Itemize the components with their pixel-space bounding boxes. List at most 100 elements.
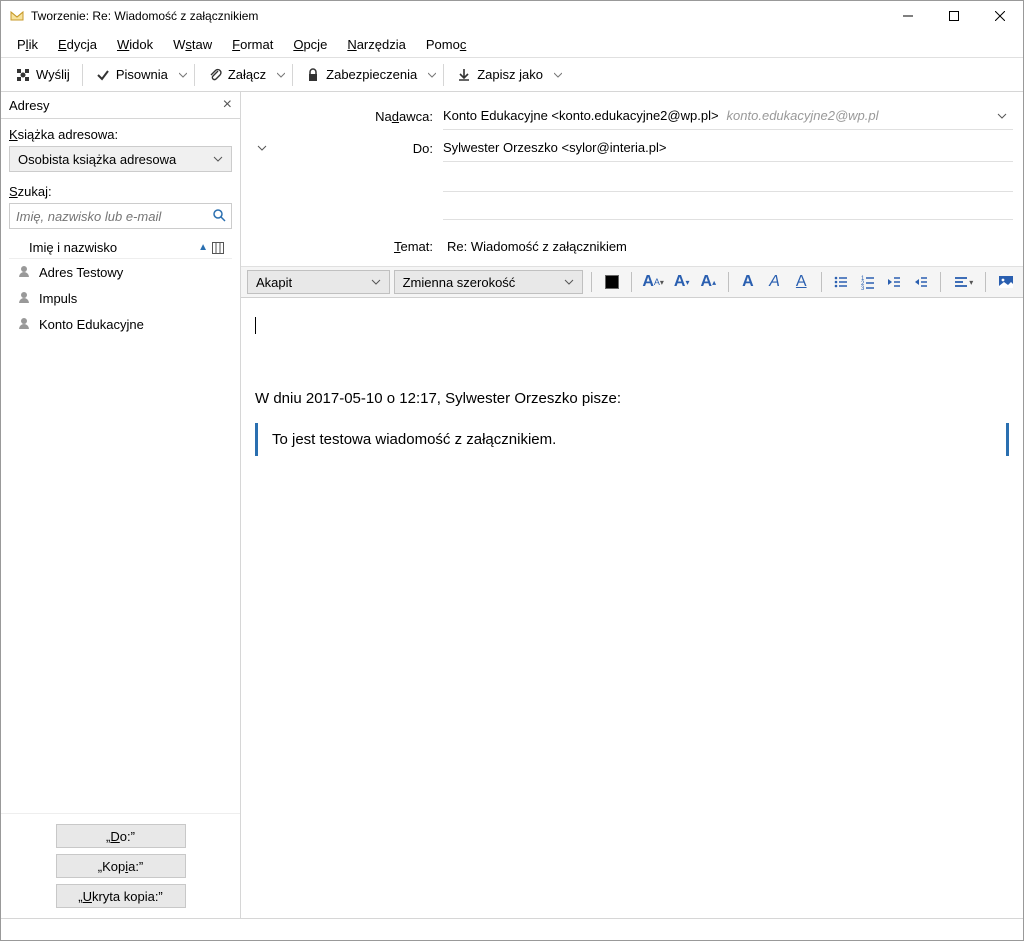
add-to-button[interactable]: „Do:” — [56, 824, 186, 848]
contact-item[interactable]: Adres Testowy — [9, 259, 232, 285]
outdent-button[interactable] — [883, 270, 906, 294]
chevron-down-icon — [371, 277, 381, 287]
send-button[interactable]: Wyślij — [7, 62, 78, 88]
subject-input[interactable] — [443, 234, 1013, 258]
bullet-list-button[interactable] — [830, 270, 853, 294]
menu-insert[interactable]: Wstaw — [163, 33, 222, 56]
contact-column-header[interactable]: Imię i nazwisko — [29, 240, 198, 255]
save-label: Zapisz jako — [477, 67, 543, 82]
font-size-button[interactable]: AA▾ — [640, 270, 666, 294]
number-list-button[interactable]: 123 — [856, 270, 879, 294]
download-icon — [456, 67, 472, 83]
underline-button[interactable]: A — [790, 270, 813, 294]
security-label: Zabezpieczenia — [326, 67, 417, 82]
spellcheck-label: Pisownia — [116, 67, 168, 82]
save-dropdown[interactable] — [551, 62, 565, 88]
contact-search-input[interactable] — [9, 203, 232, 229]
sidebar-close-icon[interactable]: × — [223, 96, 232, 114]
from-dropdown-icon[interactable] — [991, 111, 1013, 121]
send-label: Wyślij — [36, 67, 70, 82]
close-button[interactable] — [977, 1, 1023, 31]
address-book-value: Osobista książka adresowa — [18, 152, 176, 167]
message-headers: Nadawca: Konto Edukacyjne <konto.edukacy… — [241, 92, 1023, 266]
person-icon — [17, 316, 33, 332]
paperclip-icon — [207, 67, 223, 83]
address-book-label: Książka adresowa: — [9, 127, 232, 142]
address-book-select[interactable]: Osobista książka adresowa — [9, 146, 232, 172]
lock-icon — [305, 67, 321, 83]
security-dropdown[interactable] — [425, 62, 439, 88]
save-button[interactable]: Zapisz jako — [448, 62, 551, 88]
message-body-editor[interactable]: W dniu 2017-05-10 o 12:17, Sylwester Orz… — [241, 298, 1023, 918]
from-field[interactable]: Konto Edukacyjne <konto.edukacyjne2@wp.p… — [443, 102, 1013, 130]
to-field[interactable]: Sylwester Orzeszko <sylor@interia.pl> — [443, 134, 1013, 162]
menu-tools[interactable]: Narzędzia — [337, 33, 416, 56]
column-picker-icon[interactable] — [212, 242, 224, 254]
menu-edit[interactable]: Edycja — [48, 33, 107, 56]
empty-recipient-row[interactable] — [443, 164, 1013, 192]
person-icon — [17, 264, 33, 280]
text-color-button[interactable] — [600, 270, 623, 294]
status-bar — [1, 918, 1023, 940]
quote-header: W dniu 2017-05-10 o 12:17, Sylwester Orz… — [255, 390, 1009, 407]
search-icon[interactable] — [212, 208, 226, 222]
main-toolbar: Wyślij Pisownia Załącz Zabezpieczenia Za… — [1, 58, 1023, 92]
font-value: Zmienna szerokość — [403, 275, 516, 290]
color-swatch-icon — [605, 275, 619, 289]
person-icon — [17, 290, 33, 306]
security-button[interactable]: Zabezpieczenia — [297, 62, 425, 88]
contact-name: Konto Edukacyjne — [39, 317, 144, 332]
paragraph-value: Akapit — [256, 275, 292, 290]
from-identity: konto.edukacyjne2@wp.pl — [727, 108, 879, 123]
to-type-dropdown[interactable] — [251, 143, 273, 153]
add-cc-button[interactable]: „Kopia:” — [56, 854, 186, 878]
menu-view[interactable]: Widok — [107, 33, 163, 56]
font-smaller-button[interactable]: A▾ — [670, 270, 693, 294]
text-cursor — [255, 317, 256, 334]
chevron-down-icon — [564, 277, 574, 287]
contact-item[interactable]: Konto Edukacyjne — [9, 311, 232, 337]
format-toolbar: Akapit Zmienna szerokość AA▾ A▾ A▴ A A A… — [241, 266, 1023, 298]
title-bar: Tworzenie: Re: Wiadomość z załącznikiem — [1, 1, 1023, 31]
chevron-down-icon — [213, 154, 223, 164]
spellcheck-dropdown[interactable] — [176, 62, 190, 88]
italic-button[interactable]: A — [763, 270, 786, 294]
menu-options[interactable]: Opcje — [283, 33, 337, 56]
attach-button[interactable]: Załącz — [199, 62, 274, 88]
insert-image-button[interactable] — [994, 270, 1017, 294]
attach-dropdown[interactable] — [274, 62, 288, 88]
add-bcc-button[interactable]: „Ukryta kopia:” — [56, 884, 186, 908]
to-value: Sylwester Orzeszko <sylor@interia.pl> — [443, 140, 666, 155]
quoted-message: To jest testowa wiadomość z załącznikiem… — [255, 423, 1009, 456]
search-label: Szukaj: — [9, 184, 232, 199]
empty-recipient-row[interactable] — [443, 192, 1013, 220]
menu-help[interactable]: Pomoc — [416, 33, 476, 56]
font-select[interactable]: Zmienna szerokość — [394, 270, 584, 294]
spellcheck-button[interactable]: Pisownia — [87, 62, 176, 88]
contacts-sidebar: Adresy × Książka adresowa: Osobista ksią… — [1, 92, 241, 918]
window-title: Tworzenie: Re: Wiadomość z załącznikiem — [31, 9, 885, 23]
subject-label: Temat: — [273, 239, 443, 254]
from-label: Nadawca: — [273, 109, 443, 124]
minimize-button[interactable] — [885, 1, 931, 31]
from-value: Konto Edukacyjne <konto.edukacyjne2@wp.p… — [443, 108, 719, 123]
menu-file[interactable]: Plik — [7, 33, 48, 56]
contact-item[interactable]: Impuls — [9, 285, 232, 311]
font-larger-button[interactable]: A▴ — [697, 270, 720, 294]
bold-button[interactable]: A — [737, 270, 760, 294]
paragraph-select[interactable]: Akapit — [247, 270, 390, 294]
check-icon — [95, 67, 111, 83]
svg-text:3: 3 — [861, 286, 865, 290]
menu-bar: Plik Edycja Widok Wstaw Format Opcje Nar… — [1, 31, 1023, 58]
sidebar-title: Adresy — [9, 98, 223, 113]
indent-button[interactable] — [909, 270, 932, 294]
app-icon — [9, 8, 25, 24]
menu-format[interactable]: Format — [222, 33, 283, 56]
contact-name: Adres Testowy — [39, 265, 123, 280]
align-button[interactable]: ▾ — [949, 270, 977, 294]
send-icon — [15, 67, 31, 83]
to-label: Do: — [273, 141, 443, 156]
sort-arrow-icon: ▲ — [198, 242, 208, 253]
maximize-button[interactable] — [931, 1, 977, 31]
attach-label: Załącz — [228, 67, 266, 82]
